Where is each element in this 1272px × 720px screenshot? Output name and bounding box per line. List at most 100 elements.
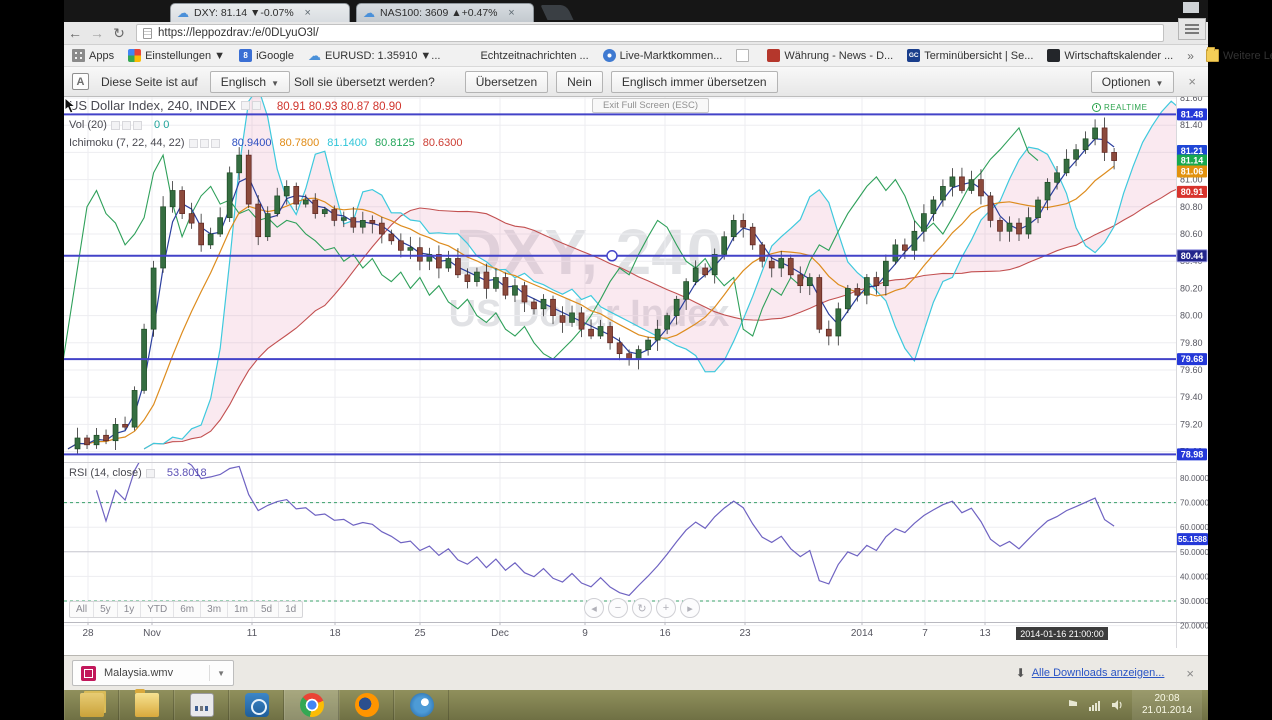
indicator-control[interactable] — [252, 101, 261, 110]
system-tray: 20:08 21.01.2014 — [1066, 690, 1208, 720]
chart-canvas[interactable]: 81.6081.4081.2081.0080.8080.6080.4080.20… — [64, 97, 1208, 655]
indicator-control[interactable] — [200, 139, 209, 148]
close-download-shelf-icon[interactable]: × — [1186, 666, 1194, 681]
other-bookmarks-folder[interactable]: Weitere Lesezeichen — [1206, 49, 1272, 62]
svg-text:80.91: 80.91 — [1181, 187, 1204, 197]
svg-text:16: 16 — [659, 628, 671, 639]
interval-button-1y[interactable]: 1y — [117, 602, 141, 617]
address-bar[interactable]: https://leppozdrav:/e/0DLyuO3l/ — [136, 24, 1164, 42]
interval-button-1d[interactable]: 1d — [278, 602, 302, 617]
taskbar-clock[interactable]: 20:08 21.01.2014 — [1132, 690, 1202, 720]
pinwheel-bookmark-icon — [128, 49, 141, 62]
show-all-downloads-link[interactable]: Alle Downloads anzeigen... — [1032, 667, 1165, 679]
bookmark-item[interactable]: 8iGoogle — [239, 49, 294, 62]
bookmark-label: Echtzeitnachrichten ... — [480, 50, 588, 62]
scroll-right-button[interactable]: ▸ — [680, 598, 700, 618]
clock-date: 21.01.2014 — [1132, 705, 1202, 717]
svg-text:7: 7 — [922, 628, 928, 639]
indicator-control[interactable] — [111, 121, 120, 130]
indicator-control[interactable] — [146, 469, 155, 478]
interval-button-6m[interactable]: 6m — [173, 602, 200, 617]
interval-button-ytd[interactable]: YTD — [140, 602, 173, 617]
tab-nas100[interactable]: ☁ NAS100: 3609 ▲+0.47% × — [356, 3, 534, 22]
taskbar-button-media[interactable] — [229, 690, 284, 720]
svg-text:79.40: 79.40 — [1180, 392, 1203, 402]
download-shelf: Malaysia.wmv ▼ ⬇ Alle Downloads anzeigen… — [64, 655, 1208, 690]
interval-button-1m[interactable]: 1m — [227, 602, 254, 617]
indicator-control[interactable] — [133, 121, 142, 130]
bookmarks-bar: Apps Einstellungen ▼ 8iGoogle ☁EURUSD: 1.35… — [64, 45, 1208, 67]
bookmark-item[interactable]: Wirtschaftskalender ... — [1047, 49, 1173, 62]
bookmark-item[interactable]: ☁EURUSD: 1.35910 ▼... — [308, 49, 440, 62]
tab-close-icon[interactable]: × — [506, 7, 518, 19]
reset-zoom-button[interactable]: ↻ — [632, 598, 652, 618]
network-icon[interactable] — [1088, 698, 1102, 712]
gc-tile-bookmark-icon: GC — [907, 49, 920, 62]
translate-icon: A — [72, 73, 89, 90]
tab-close-icon[interactable]: × — [302, 7, 314, 19]
indicator-control[interactable] — [241, 101, 250, 110]
svg-text:78.98: 78.98 — [1181, 449, 1204, 459]
back-icon[interactable]: ← — [64, 26, 86, 40]
ohlc-values: 80.91 80.93 80.87 80.90 — [277, 101, 402, 113]
language-dropdown[interactable]: Englisch▼ — [210, 71, 290, 93]
tab-dxy[interactable]: ☁ DXY: 81.14 ▼-0.07% × — [170, 3, 350, 22]
bookmark-item[interactable]: Einstellungen ▼ — [128, 49, 225, 62]
svg-text:40.0000: 40.0000 — [1180, 572, 1208, 581]
bookmark-item[interactable]: Apps — [72, 49, 114, 62]
svg-text:81.21: 81.21 — [1181, 146, 1204, 156]
always-translate-button[interactable]: Englisch immer übersetzen — [611, 71, 778, 93]
bookmark-item[interactable] — [736, 49, 753, 62]
bookmark-item[interactable]: GCTerminübersicht | Se... — [907, 49, 1033, 62]
translate-button[interactable]: Übersetzen — [465, 71, 548, 93]
translate-infobar: A Diese Seite ist auf Englisch▼ Soll sie… — [64, 67, 1208, 97]
taskbar-button-presentation[interactable] — [174, 690, 229, 720]
svg-text:79.20: 79.20 — [1180, 419, 1203, 429]
scroll-left-button[interactable]: ◂ — [584, 598, 604, 618]
volume-icon[interactable] — [1110, 698, 1124, 712]
navigation-bar: ← → ↻ https://leppozdrav:/e/0DLyuO3l/ — [64, 22, 1208, 45]
window-control-stub[interactable] — [1183, 2, 1199, 13]
bookmark-item[interactable]: Währung - News - D... — [767, 49, 893, 62]
download-item[interactable]: Malaysia.wmv ▼ — [72, 660, 234, 686]
indicator-control[interactable] — [122, 121, 131, 130]
taskbar-button-documents[interactable] — [64, 690, 119, 720]
reload-icon[interactable]: ↻ — [108, 26, 130, 40]
forward-icon[interactable]: → — [86, 26, 108, 40]
tab-label: DXY: 81.14 ▼-0.07% — [194, 7, 294, 19]
vol-values: 0 0 — [154, 119, 169, 131]
options-dropdown[interactable]: Optionen▼ — [1091, 71, 1175, 93]
hamburger-icon — [1185, 24, 1199, 34]
bookmark-item[interactable]: Live-Marktkommen... — [603, 49, 723, 62]
zoom-in-button[interactable]: + — [656, 598, 676, 618]
download-item-menu[interactable]: ▼ — [209, 665, 225, 681]
chart-title: US Dollar Index, 240, INDEX — [69, 98, 236, 113]
bookmark-item[interactable]: Echtzeitnachrichten ... — [480, 50, 588, 62]
interval-button-all[interactable]: All — [70, 602, 93, 617]
chrome-menu-button[interactable] — [1178, 18, 1206, 40]
taskbar-button-openoffice[interactable] — [394, 690, 449, 720]
interval-button-3m[interactable]: 3m — [200, 602, 227, 617]
no-button[interactable]: Nein — [556, 71, 603, 93]
hidden-icons-icon[interactable] — [1066, 698, 1080, 712]
indicator-control[interactable] — [211, 139, 220, 148]
new-tab-button[interactable] — [541, 5, 574, 20]
rsi-value: 53.8018 — [167, 467, 207, 479]
exit-fullscreen-button[interactable]: Exit Full Screen (ESC) — [592, 98, 709, 113]
svg-text:81.40: 81.40 — [1180, 120, 1203, 130]
interval-button-5d[interactable]: 5d — [254, 602, 278, 617]
taskbar-button-firefox[interactable] — [339, 690, 394, 720]
indicator-control[interactable] — [189, 139, 198, 148]
svg-text:79.60: 79.60 — [1180, 365, 1203, 375]
url-text: https://leppozdrav:/e/0DLyuO3l/ — [158, 27, 319, 39]
close-infobar-icon[interactable]: × — [1188, 74, 1196, 89]
bookmarks-overflow-chevron[interactable]: » — [1187, 49, 1194, 63]
interval-button-5y[interactable]: 5y — [93, 602, 117, 617]
browser-window: ☁ DXY: 81.14 ▼-0.07% × ☁ NAS100: 3609 ▲+… — [64, 0, 1208, 720]
other-bookmarks-label: Weitere Lesezeichen — [1223, 50, 1272, 62]
taskbar-button-chrome[interactable] — [284, 690, 339, 720]
media-icon — [245, 693, 269, 717]
ichimoku-value: 80.9400 — [232, 137, 272, 149]
taskbar-button-explorer[interactable] — [119, 690, 174, 720]
zoom-out-button[interactable]: − — [608, 598, 628, 618]
